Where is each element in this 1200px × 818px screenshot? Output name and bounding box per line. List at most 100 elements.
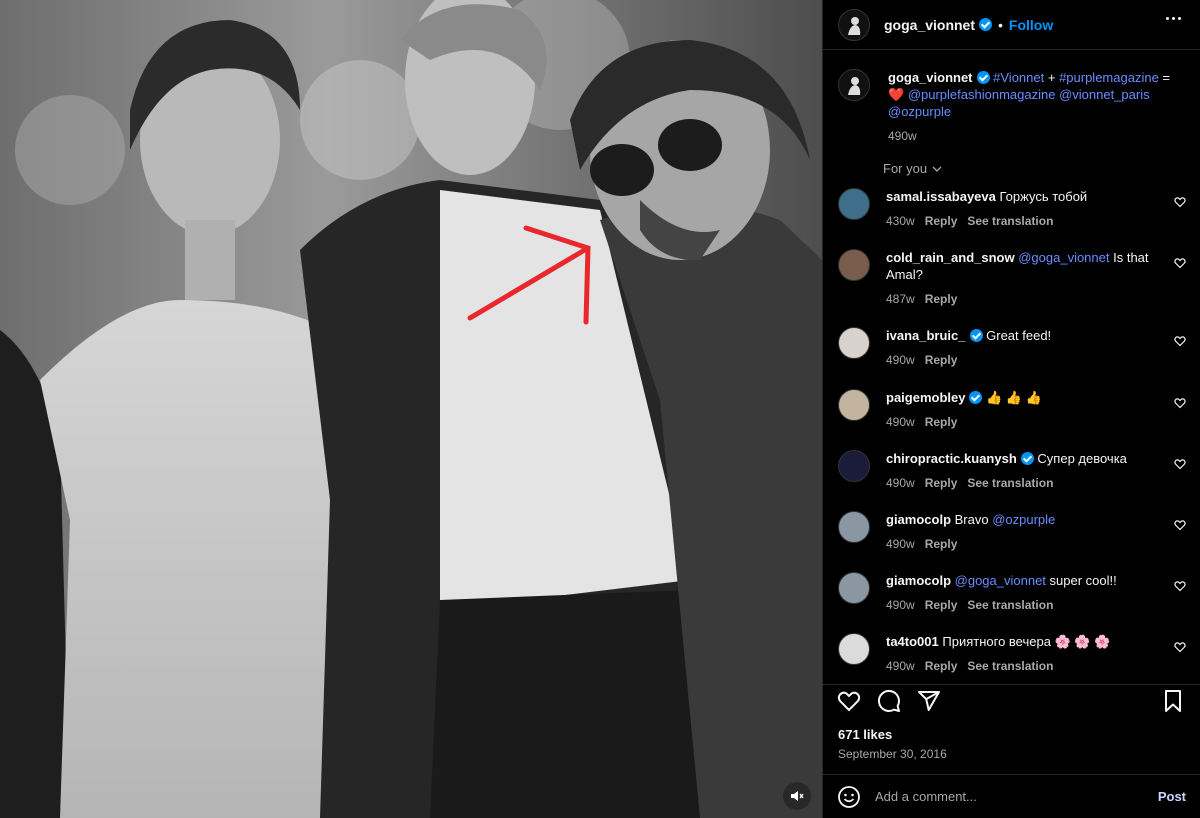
comment-age: 490w (886, 598, 915, 612)
verified-badge-icon (1020, 452, 1034, 465)
reply-button[interactable]: Reply (925, 476, 958, 490)
comment-age: 490w (886, 537, 915, 551)
profile-silhouette-icon (848, 16, 861, 35)
mute-button[interactable] (783, 782, 811, 810)
comment-meta: 490w Reply See translation (886, 597, 1166, 614)
avatar[interactable] (838, 249, 870, 281)
post-photo (0, 0, 822, 818)
comment-text: Горжусь тобой (999, 189, 1088, 204)
avatar[interactable] (838, 572, 870, 604)
mention-link[interactable]: @goga_vionnet (1018, 250, 1109, 265)
avatar[interactable] (838, 69, 870, 101)
comment-meta: 490w Reply See translation (886, 475, 1166, 492)
post-comment-button[interactable]: Post (1158, 789, 1186, 804)
comment-username[interactable]: cold_rain_and_snow (886, 250, 1015, 265)
for-you-label: For you (883, 161, 928, 176)
post-header: goga_vionnet • Follow (823, 0, 1200, 50)
reply-button[interactable]: Reply (925, 353, 958, 367)
comment-username[interactable]: ivana_bruic_ (886, 328, 966, 343)
comment-username[interactable]: giamocolp (886, 573, 951, 588)
post-caption: goga_vionnet #Vionnet + #purplemagazine … (838, 69, 1188, 145)
comment-row: ta4to001 Приятного вечера 🌸 🌸 🌸 490w Reply… (838, 633, 1188, 675)
comment-age: 490w (886, 353, 915, 367)
caption-text: = (1158, 70, 1171, 85)
reply-button[interactable]: Reply (925, 415, 958, 429)
chevron-down-icon (932, 166, 942, 172)
comment-text: 👍 👍 👍 (986, 390, 1042, 405)
like-comment-heart-icon[interactable] (1174, 519, 1186, 531)
like-comment-heart-icon[interactable] (1174, 196, 1186, 208)
comment-username[interactable]: paigemobley (886, 390, 965, 405)
see-translation-button[interactable]: See translation (967, 659, 1053, 673)
comment-text: Приятного вечера 🌸 🌸 🌸 (942, 634, 1111, 649)
heart-icon[interactable] (837, 689, 861, 713)
mention-link[interactable]: @vionnet_paris (1059, 87, 1150, 102)
add-comment-bar: Post (823, 774, 1200, 818)
comment-username[interactable]: giamocolp (886, 512, 951, 527)
comment-meta: 490w Reply (886, 536, 1166, 553)
verified-badge-icon (969, 329, 983, 342)
mention-link[interactable]: @ozpurple (888, 104, 951, 119)
mention-link[interactable]: @goga_vionnet (955, 573, 1046, 588)
heart-emoji: ❤️ (888, 87, 905, 102)
caption-username[interactable]: goga_vionnet (888, 70, 973, 85)
comment-row: cold_rain_and_snow @goga_vionnet Is that… (838, 249, 1188, 308)
comment-input[interactable] (875, 789, 1145, 804)
follow-button[interactable]: Follow (1009, 17, 1053, 33)
comment-icon[interactable] (877, 689, 901, 713)
likes-count[interactable]: 671 likes (838, 727, 892, 742)
comment-username[interactable]: samal.issabayeva (886, 189, 996, 204)
comment-meta: 490w Reply (886, 414, 1166, 431)
like-comment-heart-icon[interactable] (1174, 458, 1186, 470)
more-options-icon[interactable] (1166, 17, 1181, 20)
avatar[interactable] (838, 8, 870, 41)
post-date: September 30, 2016 (838, 747, 947, 761)
avatar[interactable] (838, 327, 870, 359)
like-comment-heart-icon[interactable] (1174, 257, 1186, 269)
like-comment-heart-icon[interactable] (1174, 641, 1186, 653)
comment-text: Bravo (954, 512, 993, 527)
profile-silhouette-icon (848, 77, 861, 95)
comment-row: samal.issabayeva Горжусь тобой 430w Reply S… (838, 188, 1188, 230)
comment-row: ivana_bruic_ Great feed! 490w Reply (838, 327, 1188, 369)
post-media[interactable] (0, 0, 822, 818)
avatar[interactable] (838, 188, 870, 220)
reply-button[interactable]: Reply (925, 659, 958, 673)
comment-username[interactable]: ta4to001 (886, 634, 939, 649)
comment-age: 490w (886, 415, 915, 429)
hashtag-link[interactable]: #purplemagazine (1059, 70, 1159, 85)
see-translation-button[interactable]: See translation (967, 598, 1053, 612)
comment-age: 490w (886, 476, 915, 490)
comment-meta: 490w Reply See translation (886, 658, 1166, 675)
post-username[interactable]: goga_vionnet (884, 17, 975, 33)
avatar[interactable] (838, 511, 870, 543)
post-actions: 671 likes September 30, 2016 (823, 684, 1200, 774)
see-translation-button[interactable]: See translation (967, 476, 1053, 490)
comment-row: giamocolp Bravo @ozpurple 490w Reply (838, 511, 1188, 553)
comment-row: chiropractic.kuanysh Супер девочка 490w Re… (838, 450, 1188, 492)
comments-list[interactable]: goga_vionnet #Vionnet + #purplemagazine … (823, 51, 1200, 684)
speaker-muted-icon (791, 791, 804, 801)
mention-link[interactable]: @ozpurple (992, 512, 1055, 527)
see-translation-button[interactable]: See translation (967, 214, 1053, 228)
comment-age: 487w (886, 292, 915, 306)
like-comment-heart-icon[interactable] (1174, 580, 1186, 592)
reply-button[interactable]: Reply (925, 598, 958, 612)
like-comment-heart-icon[interactable] (1174, 397, 1186, 409)
emoji-icon[interactable] (837, 785, 861, 809)
avatar[interactable] (838, 389, 870, 421)
avatar[interactable] (838, 633, 870, 665)
share-icon[interactable] (917, 689, 941, 713)
bookmark-icon[interactable] (1161, 689, 1185, 713)
verified-badge-icon (976, 71, 990, 84)
verified-badge-icon (969, 391, 983, 404)
comment-username[interactable]: chiropractic.kuanysh (886, 451, 1017, 466)
like-comment-heart-icon[interactable] (1174, 335, 1186, 347)
reply-button[interactable]: Reply (925, 292, 958, 306)
reply-button[interactable]: Reply (925, 214, 958, 228)
hashtag-link[interactable]: #Vionnet (993, 70, 1044, 85)
mention-link[interactable]: @purplefashionmagazine (908, 87, 1056, 102)
avatar[interactable] (838, 450, 870, 482)
reply-button[interactable]: Reply (925, 537, 958, 551)
for-you-filter[interactable]: For you (883, 161, 942, 176)
